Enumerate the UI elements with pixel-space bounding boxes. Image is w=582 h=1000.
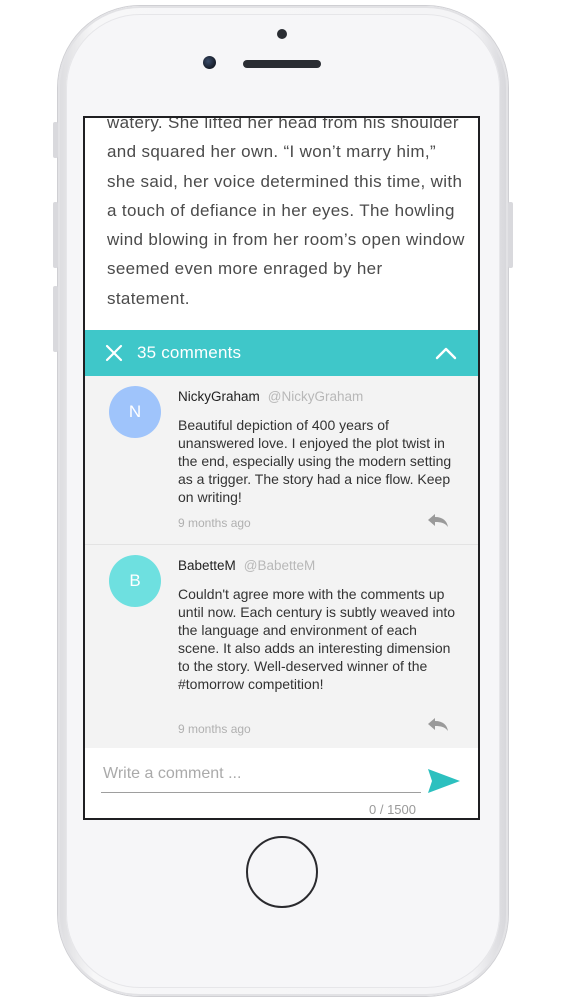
reply-icon[interactable]: [426, 716, 450, 732]
comment-input[interactable]: [101, 756, 421, 793]
power-button: [508, 202, 513, 268]
story-text: watery. She lifted her head from his sho…: [107, 118, 465, 308]
comment-handle: @BabetteM: [243, 558, 316, 573]
volume-down-button: [53, 286, 58, 352]
avatar[interactable]: B: [109, 555, 161, 607]
mute-switch: [53, 122, 58, 158]
chevron-up-icon[interactable]: [434, 342, 458, 364]
comment-handle: @NickyGraham: [267, 389, 364, 404]
comment-author-row: NickyGraham @NickyGraham: [178, 389, 363, 404]
comment-item: N NickyGraham @NickyGraham Beautiful depi…: [85, 376, 478, 545]
story-content: watery. She lifted her head from his sho…: [85, 118, 478, 330]
proximity-sensor: [277, 29, 287, 39]
send-icon[interactable]: [426, 766, 462, 796]
comment-username[interactable]: BabetteM: [178, 558, 236, 573]
comment-item: B BabetteM @BabetteM Couldn't agree more …: [85, 545, 478, 748]
avatar[interactable]: N: [109, 386, 161, 438]
comments-count-label: 35 comments: [137, 343, 242, 362]
comments-list[interactable]: N NickyGraham @NickyGraham Beautiful depi…: [85, 376, 478, 748]
comment-username[interactable]: NickyGraham: [178, 389, 260, 404]
front-camera: [203, 56, 216, 69]
close-icon[interactable]: [101, 340, 127, 366]
comments-header-bar[interactable]: 35 comments: [85, 330, 478, 376]
comment-text: Couldn't agree more with the comments up…: [178, 586, 456, 692]
comment-composer: 0 / 1500: [85, 748, 478, 818]
comment-author-row: BabetteM @BabetteM: [178, 558, 315, 573]
earpiece-speaker: [243, 60, 321, 68]
comment-timestamp: 9 months ago: [178, 722, 251, 736]
avatar-initial: N: [128, 402, 142, 421]
reply-icon[interactable]: [426, 512, 450, 528]
app-screen: watery. She lifted her head from his sho…: [83, 116, 480, 820]
avatar-initial: B: [129, 571, 141, 590]
home-button[interactable]: [246, 836, 318, 908]
comment-text: Beautiful depiction of 400 years of unan…: [178, 417, 452, 505]
character-counter: 0 / 1500: [369, 802, 416, 817]
volume-up-button: [53, 202, 58, 268]
comment-timestamp: 9 months ago: [178, 516, 251, 530]
